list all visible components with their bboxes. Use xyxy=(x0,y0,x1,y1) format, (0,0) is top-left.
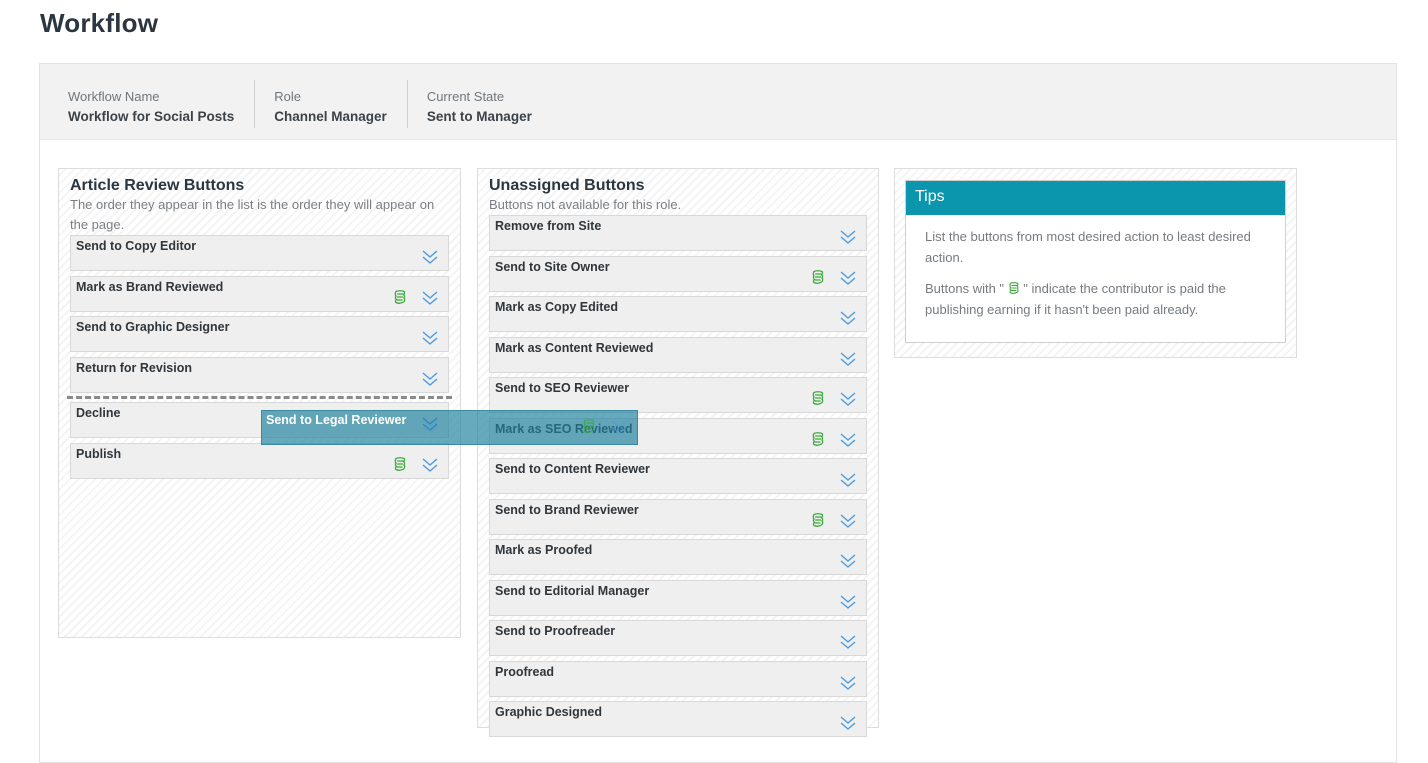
double-chevron-down-icon[interactable] xyxy=(839,552,857,570)
button-list-item[interactable]: Mark as Content Reviewed xyxy=(489,337,867,373)
button-list-item[interactable]: Send to Proofreader xyxy=(489,620,867,656)
button-list-item[interactable]: Return for Revision xyxy=(70,357,449,393)
panel-description: Buttons not available for this role. xyxy=(489,195,867,215)
button-list-item[interactable]: Send to Copy Editor xyxy=(70,235,449,271)
button-item-label: Send to Copy Editor xyxy=(76,239,196,253)
double-chevron-down-icon[interactable] xyxy=(839,390,857,408)
button-list-item[interactable]: Send to Site Owner xyxy=(489,256,867,292)
info-current-state: Current State Sent to Manager xyxy=(427,80,552,128)
workflow-info-bar: Workflow Name Workflow for Social Posts … xyxy=(40,64,1396,140)
button-item-label: Return for Revision xyxy=(76,361,192,375)
drop-position-indicator xyxy=(67,396,452,399)
button-list-item[interactable]: Proofread xyxy=(489,661,867,697)
money-scroll-icon xyxy=(1008,281,1020,295)
button-list-item[interactable]: Send to Editorial Manager xyxy=(489,580,867,616)
button-item-label: Send to Site Owner xyxy=(495,260,610,274)
button-list-item[interactable]: Graphic Designed xyxy=(489,701,867,737)
info-workflow-name: Workflow Name Workflow for Social Posts xyxy=(68,80,255,128)
unassigned-list: Remove from Site Send to Site Owner Mark a… xyxy=(489,215,867,737)
button-item-label: Mark as Copy Edited xyxy=(495,300,618,314)
button-item-label: Publish xyxy=(76,447,121,461)
money-scroll-icon xyxy=(811,512,825,528)
double-chevron-down-icon[interactable] xyxy=(421,248,439,266)
info-value: Channel Manager xyxy=(274,106,387,128)
button-list-item[interactable]: Mark as Brand Reviewed xyxy=(70,276,449,312)
button-item-label: Send to Content Reviewer xyxy=(495,462,650,476)
button-item-label: Send to Brand Reviewer xyxy=(495,503,639,517)
button-item-label: Mark as Content Reviewed xyxy=(495,341,653,355)
button-list-item[interactable]: Send to SEO Reviewer xyxy=(489,377,867,413)
double-chevron-down-icon[interactable] xyxy=(839,512,857,530)
info-label: Role xyxy=(274,88,387,106)
button-list-item[interactable]: Remove from Site xyxy=(489,215,867,251)
button-list-item[interactable]: Publish xyxy=(70,443,449,479)
page-title: Workflow xyxy=(40,8,158,39)
button-list-item[interactable]: Mark as Proofed xyxy=(489,539,867,575)
money-scroll-icon xyxy=(811,390,825,406)
button-list-item[interactable]: Send to Brand Reviewer xyxy=(489,499,867,535)
button-list-item[interactable]: Mark as Copy Edited xyxy=(489,296,867,332)
button-item-label: Send to Editorial Manager xyxy=(495,584,649,598)
tip-paid: Buttons with " " indicate the contributo… xyxy=(925,278,1266,320)
double-chevron-down-icon[interactable] xyxy=(839,228,857,246)
double-chevron-down-icon[interactable] xyxy=(421,370,439,388)
double-chevron-down-icon xyxy=(422,417,440,435)
panel-title: Unassigned Buttons xyxy=(489,177,867,195)
tips-title: Tips xyxy=(906,181,1285,215)
money-scroll-icon xyxy=(582,418,596,434)
button-list-item[interactable]: Send to Content Reviewer xyxy=(489,458,867,494)
double-chevron-down-icon[interactable] xyxy=(839,714,857,732)
double-chevron-down-icon[interactable] xyxy=(421,456,439,474)
money-scroll-icon xyxy=(811,269,825,285)
double-chevron-down-icon[interactable] xyxy=(839,269,857,287)
button-item-label: Mark as Proofed xyxy=(495,543,592,557)
button-item-label: Send to Proofreader xyxy=(495,624,615,638)
double-chevron-down-icon[interactable] xyxy=(839,350,857,368)
panel-title: Article Review Buttons xyxy=(70,177,449,195)
article-review-panel: Article Review Buttons The order they ap… xyxy=(58,168,461,638)
dragging-button-label: Send to Legal Reviewer xyxy=(266,413,406,427)
button-item-label: Proofread xyxy=(495,665,554,679)
double-chevron-down-icon[interactable] xyxy=(839,593,857,611)
info-value: Workflow for Social Posts xyxy=(68,106,234,128)
money-scroll-icon xyxy=(393,456,407,472)
tips-box: Tips List the buttons from most desired … xyxy=(905,180,1286,343)
tip-paid-prefix: Buttons with " xyxy=(925,281,1008,296)
info-label: Workflow Name xyxy=(68,88,234,106)
button-item-label: Remove from Site xyxy=(495,219,601,233)
button-item-label: Decline xyxy=(76,406,120,420)
double-chevron-down-icon[interactable] xyxy=(839,471,857,489)
double-chevron-down-icon[interactable] xyxy=(839,309,857,327)
button-item-label: Send to SEO Reviewer xyxy=(495,381,629,395)
info-role: Role Channel Manager xyxy=(274,80,408,128)
button-item-label: Graphic Designed xyxy=(495,705,602,719)
money-scroll-icon xyxy=(393,289,407,305)
unassigned-panel: Unassigned Buttons Buttons not available… xyxy=(477,168,879,728)
button-item-label: Mark as Brand Reviewed xyxy=(76,280,223,294)
tip-ordering: List the buttons from most desired actio… xyxy=(925,226,1266,268)
tips-panel: Tips List the buttons from most desired … xyxy=(894,168,1297,358)
panel-description: The order they appear in the list is the… xyxy=(70,195,449,235)
dragging-button-item[interactable]: Send to Legal Reviewer xyxy=(261,410,638,445)
button-item-label: Send to Graphic Designer xyxy=(76,320,230,334)
tips-body: List the buttons from most desired actio… xyxy=(906,215,1285,342)
double-chevron-down-icon[interactable] xyxy=(421,329,439,347)
button-list-item[interactable]: Send to Graphic Designer xyxy=(70,316,449,352)
double-chevron-down-icon[interactable] xyxy=(839,431,857,449)
double-chevron-down-icon[interactable] xyxy=(839,633,857,651)
double-chevron-down-icon[interactable] xyxy=(839,674,857,692)
double-chevron-down-icon[interactable] xyxy=(610,418,628,436)
money-scroll-icon xyxy=(811,431,825,447)
info-value: Sent to Manager xyxy=(427,106,532,128)
double-chevron-down-icon[interactable] xyxy=(421,289,439,307)
info-label: Current State xyxy=(427,88,532,106)
